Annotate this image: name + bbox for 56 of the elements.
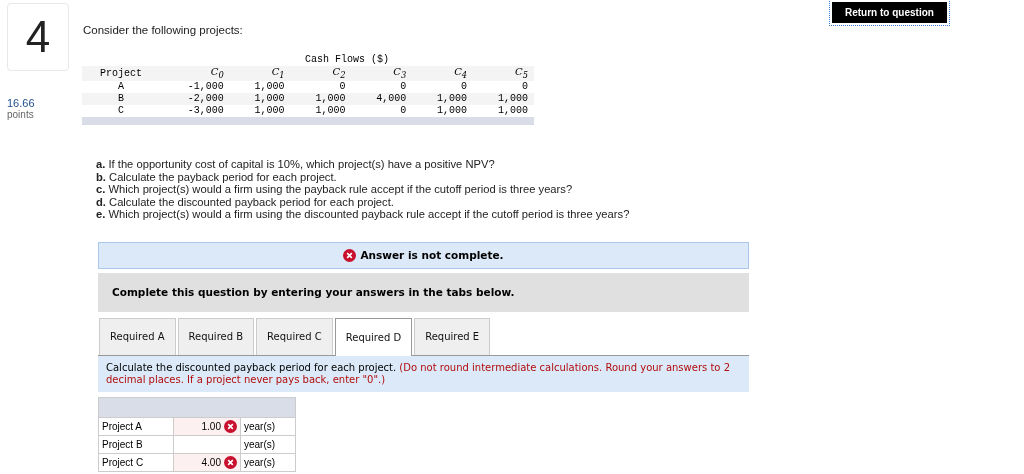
column-header: Project	[100, 67, 143, 79]
tab[interactable]: Required D	[334, 317, 413, 356]
answer-field[interactable]	[173, 435, 241, 453]
table-cell: 4,000	[376, 93, 407, 104]
instruction-banner: Complete this question by entering your answers in the tabs below.	[98, 272, 749, 312]
table-cell: A	[118, 81, 125, 92]
question-number: 4	[7, 3, 69, 71]
table-cell: B	[118, 93, 125, 104]
table-cell: 0	[339, 81, 346, 92]
unit-label: year(s)	[244, 456, 276, 468]
column-header: C$_{4}$	[454, 66, 468, 77]
table-cell: 1,000	[437, 93, 468, 104]
table-cell: 1,000	[315, 105, 346, 116]
row-label: Project A	[102, 420, 143, 432]
tab[interactable]: Required E	[414, 317, 491, 355]
table-cell: 0	[461, 81, 468, 92]
table-cell: C	[118, 105, 125, 116]
answer-value: 4.00	[201, 456, 221, 468]
table-cell: 0	[522, 81, 528, 92]
points-value: 16.66	[7, 97, 36, 109]
table-cell: 0	[400, 105, 407, 116]
table-cell: 0	[400, 81, 407, 92]
column-group-heading: Cash Flows ($)	[305, 54, 390, 65]
table-cell: 1,000	[498, 93, 528, 104]
task-instruction: Calculate the discounted payback period for each project. (Do not round intermediate calculations. Round your answers to 2 decimal places. If a project never pays back, enter "0".)	[98, 355, 749, 392]
table-cell: 1,000	[254, 93, 285, 104]
table-cell: 1,000	[498, 105, 528, 116]
question-part: a. If the opportunity cost of capital is 10%, which project(s) have a positive NPV?	[96, 158, 496, 171]
unit-label: year(s)	[244, 438, 276, 450]
question-part: c. Which project(s) would a firm using the payback rule accept if the cutoff period is three years?	[96, 183, 574, 196]
column-header: C$_{1}$	[271, 66, 285, 77]
question-part: e. Which project(s) would a firm using the discounted payback rule accept if the cutoff period is three years?	[96, 208, 631, 221]
table-cell: 1,000	[254, 81, 285, 92]
status-message: Answer is not complete.	[360, 249, 504, 261]
tab[interactable]: Required C	[256, 317, 333, 355]
table-cell: -1,000	[187, 81, 224, 92]
row-label: Project C	[102, 456, 144, 468]
column-header: C$_{0}$	[210, 66, 224, 77]
points-label: points	[7, 109, 35, 120]
row-label: Project B	[102, 438, 143, 450]
tab[interactable]: Required B	[177, 317, 255, 355]
question-part: d. Calculate the discounted payback period for each project.	[96, 195, 395, 208]
unit-label: year(s)	[244, 420, 276, 432]
table-cell: -3,000	[187, 105, 224, 116]
table-cell: 1,000	[254, 105, 285, 116]
table-cell: 1,000	[437, 105, 468, 116]
table-cell: 1,000	[315, 93, 346, 104]
table-cell: -2,000	[187, 93, 224, 104]
intro-text: Consider the following projects:	[83, 24, 244, 36]
tab[interactable]: Required A	[99, 317, 176, 355]
answer-value: 1.00	[201, 420, 221, 432]
column-header: C$_{5}$	[515, 66, 528, 77]
column-header: C$_{2}$	[332, 66, 346, 77]
return-button[interactable]: Return to question	[832, 2, 947, 23]
column-header: C$_{3}$	[393, 66, 407, 77]
question-part: b. Calculate the payback period for each project.	[96, 170, 338, 183]
